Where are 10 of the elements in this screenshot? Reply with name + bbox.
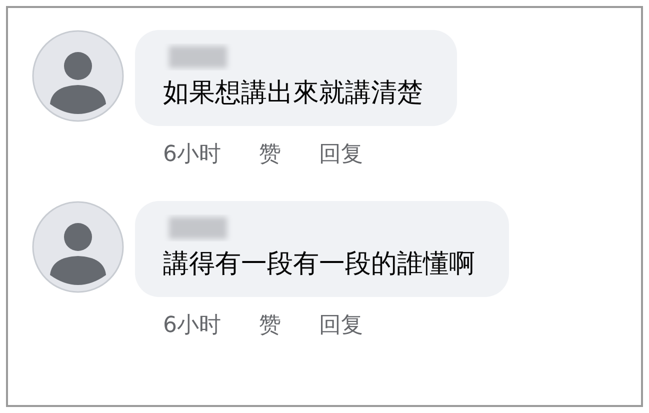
comment-text: 如果想講出來就講清楚: [163, 77, 423, 110]
avatar-icon: [32, 30, 124, 122]
comment-action-link[interactable]: 赞: [259, 138, 281, 171]
avatar-icon: [32, 201, 124, 293]
comment-time: 6小时: [163, 141, 221, 169]
comment-time: 6小时: [163, 312, 221, 340]
comment-action-link[interactable]: 回复: [319, 309, 363, 342]
comment-action-link[interactable]: 赞: [259, 309, 281, 342]
comment-text: 講得有一段有一段的誰懂啊: [163, 248, 475, 281]
comment-action-link[interactable]: 回复: [319, 138, 363, 171]
